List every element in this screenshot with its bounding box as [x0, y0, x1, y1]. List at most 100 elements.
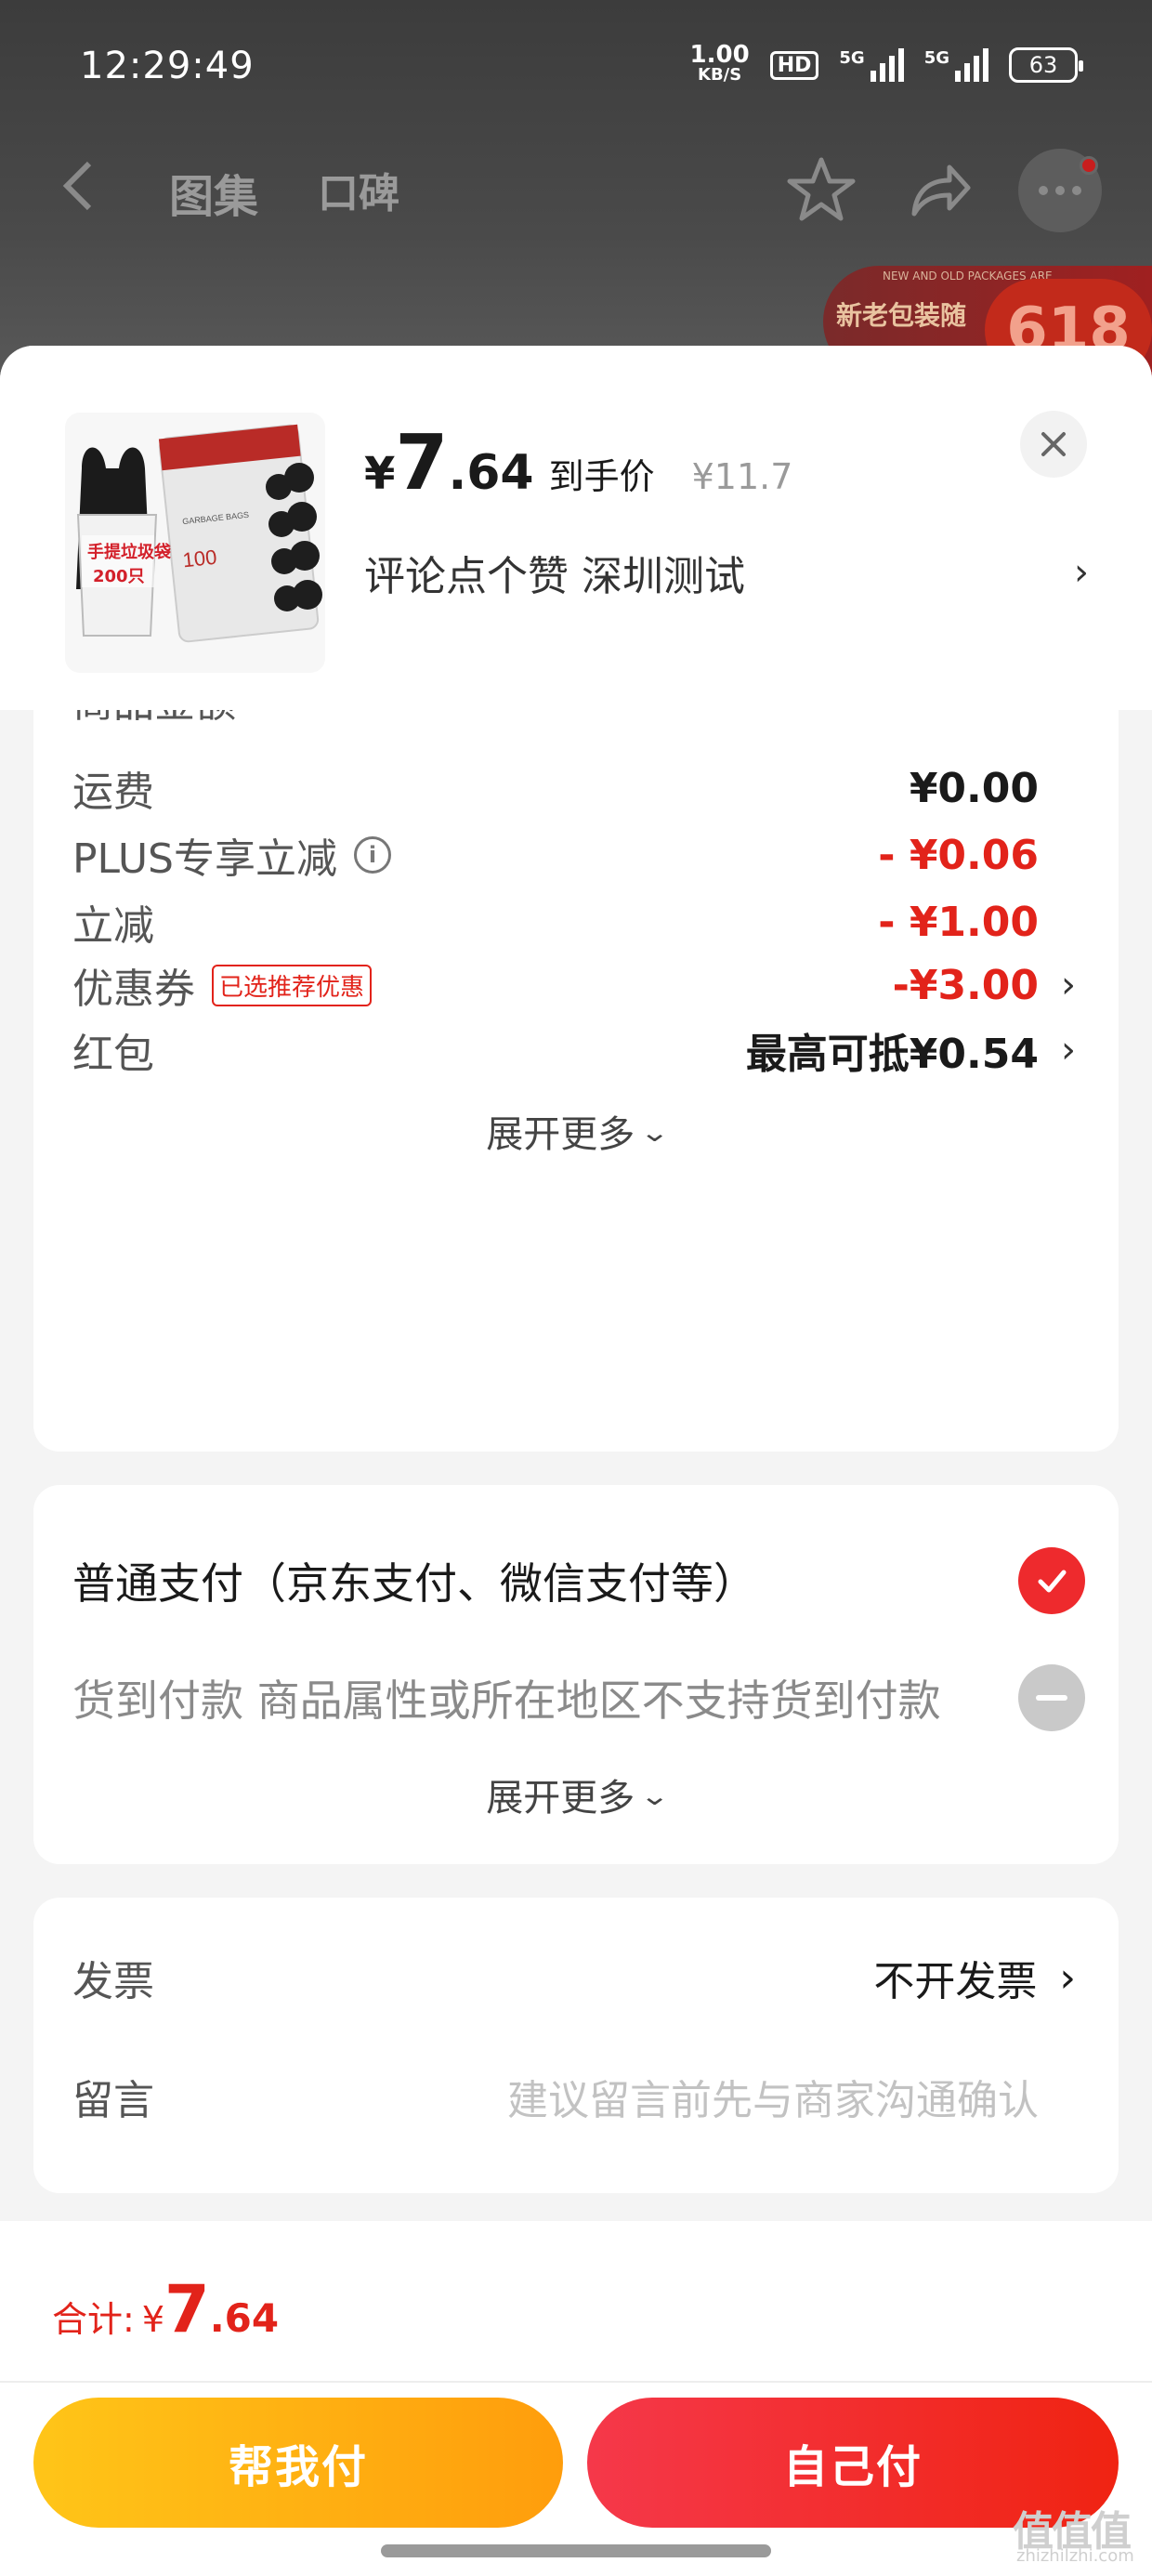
spec-selector[interactable]: 评论点个赞 深圳测试 › — [364, 543, 1089, 602]
bag-number-text: 100 — [181, 545, 217, 572]
signal-label: 5G — [839, 48, 865, 68]
red-packet-value: 最高可抵¥0.54 › — [746, 1020, 1076, 1080]
row-value: ¥11.70 — [933, 710, 1076, 743]
tab-reviews[interactable]: 口碑 — [318, 160, 399, 219]
payment-option-normal[interactable]: 普通支付（京东支付、微信支付等） — [72, 1539, 1085, 1623]
plus-discount-value: - ¥0.06 — [878, 832, 1076, 879]
status-time: 12:29:49 — [80, 45, 255, 87]
value-text: ¥0.00 — [909, 764, 1039, 812]
home-indicator[interactable] — [381, 2544, 771, 2557]
value-text: - ¥1.00 — [878, 898, 1039, 946]
plus-label: PLUS专享立减 — [72, 835, 337, 883]
expand-more-button[interactable]: 展开更多 ⌄ — [33, 1104, 1119, 1158]
signal-icon: 5G — [839, 48, 904, 82]
info-icon[interactable]: i — [354, 836, 391, 874]
close-button[interactable] — [1020, 411, 1087, 478]
value-text: - ¥0.06 — [878, 831, 1039, 879]
close-icon — [1041, 432, 1066, 456]
hd-icon: HD — [769, 50, 819, 80]
row-label: PLUS专享立减 i — [72, 825, 391, 885]
value-text: -¥3.00 — [892, 961, 1039, 1009]
row-label: 运费 — [72, 769, 154, 816]
total-label: 合计: — [52, 2299, 135, 2340]
instant-discount-value: - ¥1.00 — [878, 899, 1076, 946]
coupon-label: 优惠券 — [72, 966, 195, 1013]
divider — [0, 2381, 1152, 2383]
coupon-value: -¥3.00 › — [893, 962, 1076, 1009]
network-speed-unit: KB/S — [698, 65, 742, 85]
share-icon[interactable] — [907, 158, 972, 219]
checkout-sheet: GARBAGE BAGS 100 手提垃圾袋 200只 ¥ 7 .64 到手价 … — [0, 346, 1152, 2576]
product-image: GARBAGE BAGS 100 手提垃圾袋 200只 — [65, 413, 325, 673]
watermark-url: zhizhilzhi.com — [1016, 2546, 1134, 2566]
price-integer: 7 — [395, 419, 449, 507]
shipping-fee-value: ¥0.00 — [910, 765, 1076, 812]
row-label: 红包 — [72, 1031, 154, 1078]
original-price: ¥11.7 — [691, 456, 793, 497]
total-symbol: ¥ — [141, 2299, 164, 2340]
status-bar: 12:29:49 1.00 KB/S HD 5G 5G 63 — [0, 0, 1152, 130]
invoice-value: 不开发票 › — [873, 1948, 1076, 2007]
checkout-bar: 合计: ¥ 7 .64 帮我付 自己付 — [0, 2221, 1152, 2576]
promo-text: 新老包装随 — [836, 300, 967, 331]
price-decimal: .64 — [448, 445, 534, 501]
row-label: 商品金额 — [72, 710, 236, 743]
red-packet-row[interactable]: 红包 最高可抵¥0.54 › — [72, 1013, 1076, 1087]
payment-option-label: 货到付款 商品属性或所在地区不支持货到付款 — [72, 1676, 941, 1726]
invoice-row[interactable]: 发票 不开发票 › — [72, 1940, 1076, 2015]
payment-option-label: 普通支付（京东支付、微信支付等） — [72, 1558, 756, 1609]
payment-method-card: 普通支付（京东支付、微信支付等） 货到付款 商品属性或所在地区不支持货到付款 展… — [33, 1485, 1119, 1864]
shipping-fee-row: 运费 ¥0.00 — [72, 751, 1076, 825]
invoice-card: 发票 不开发票 › 留言 建议留言前先与商家沟通确认 — [33, 1898, 1119, 2193]
payment-option-cod: 货到付款 商品属性或所在地区不支持货到付款 — [72, 1656, 1085, 1740]
message-input[interactable]: 建议留言前先与商家沟通确认 — [507, 2067, 1039, 2126]
network-speed-value: 1.00 — [689, 41, 750, 69]
expand-label: 展开更多 — [486, 1113, 635, 1156]
notification-dot — [1080, 156, 1098, 175]
coupon-row[interactable]: 优惠券 已选推荐优惠 -¥3.00 › — [72, 948, 1076, 1022]
chevron-right-icon: › — [1061, 964, 1076, 1006]
row-label: 发票 — [72, 1958, 154, 2005]
chevron-down-icon: ⌄ — [639, 1781, 671, 1811]
total-integer: 7 — [164, 2271, 210, 2347]
product-image-count: 200只 — [93, 567, 145, 586]
product-header: GARBAGE BAGS 100 手提垃圾袋 200只 ¥ 7 .64 到手价 … — [0, 346, 1152, 710]
status-icons: 1.00 KB/S HD 5G 5G 63 — [689, 41, 1083, 85]
partially-hidden-row: 商品金额 ¥11.70 — [72, 710, 1076, 743]
signal-label: 5G — [923, 48, 949, 68]
price-tag: 到手价 — [548, 456, 655, 497]
value-text: 不开发票 — [873, 1958, 1038, 2005]
network-speed: 1.00 KB/S — [689, 41, 750, 85]
spec-text: 评论点个赞 深圳测试 — [364, 553, 745, 600]
expand-label: 展开更多 — [486, 1777, 635, 1820]
back-arrow-icon[interactable] — [59, 160, 97, 212]
row-label: 留言 — [72, 2077, 154, 2124]
chevron-right-icon: › — [1061, 1029, 1076, 1071]
row-label: 立减 — [72, 902, 154, 950]
price-row: ¥ 7 .64 到手价 ¥11.7 — [364, 426, 792, 502]
price-symbol: ¥ — [364, 448, 396, 500]
signal-icon: 5G — [924, 48, 988, 82]
plus-discount-row: PLUS专享立减 i - ¥0.06 — [72, 818, 1076, 892]
checked-icon[interactable] — [1018, 1547, 1085, 1614]
chevron-right-icon: › — [1059, 1953, 1076, 2002]
product-image-label: 手提垃圾袋 — [87, 542, 172, 562]
coupon-badge: 已选推荐优惠 — [212, 964, 373, 1006]
value-text: 最高可抵¥0.54 — [745, 1031, 1039, 1078]
battery-icon: 63 — [1009, 47, 1083, 83]
chevron-right-icon: › — [1074, 551, 1089, 594]
price-breakdown-card: 商品金额 ¥11.70 运费 ¥0.00 PLUS专享立减 i - ¥0.06 … — [33, 710, 1119, 1452]
total-decimal: .64 — [209, 2295, 280, 2341]
star-icon[interactable] — [786, 154, 857, 225]
row-label: 优惠券 已选推荐优惠 — [72, 955, 373, 1015]
help-pay-button[interactable]: 帮我付 — [33, 2398, 563, 2528]
background-page: 12:29:49 1.00 KB/S HD 5G 5G 63 图集 口碑 NEW… — [0, 0, 1152, 390]
tab-gallery[interactable]: 图集 — [169, 160, 258, 225]
disabled-icon — [1018, 1664, 1085, 1731]
battery-level: 63 — [1028, 52, 1058, 78]
total-amount: 合计: ¥ 7 .64 — [52, 2277, 279, 2342]
message-row[interactable]: 留言 建议留言前先与商家沟通确认 — [72, 2059, 1076, 2134]
expand-more-button[interactable]: 展开更多 ⌄ — [33, 1768, 1119, 1821]
garbage-bag-illustration: GARBAGE BAGS 100 手提垃圾袋 200只 — [76, 424, 322, 643]
chevron-down-icon: ⌄ — [639, 1117, 671, 1148]
